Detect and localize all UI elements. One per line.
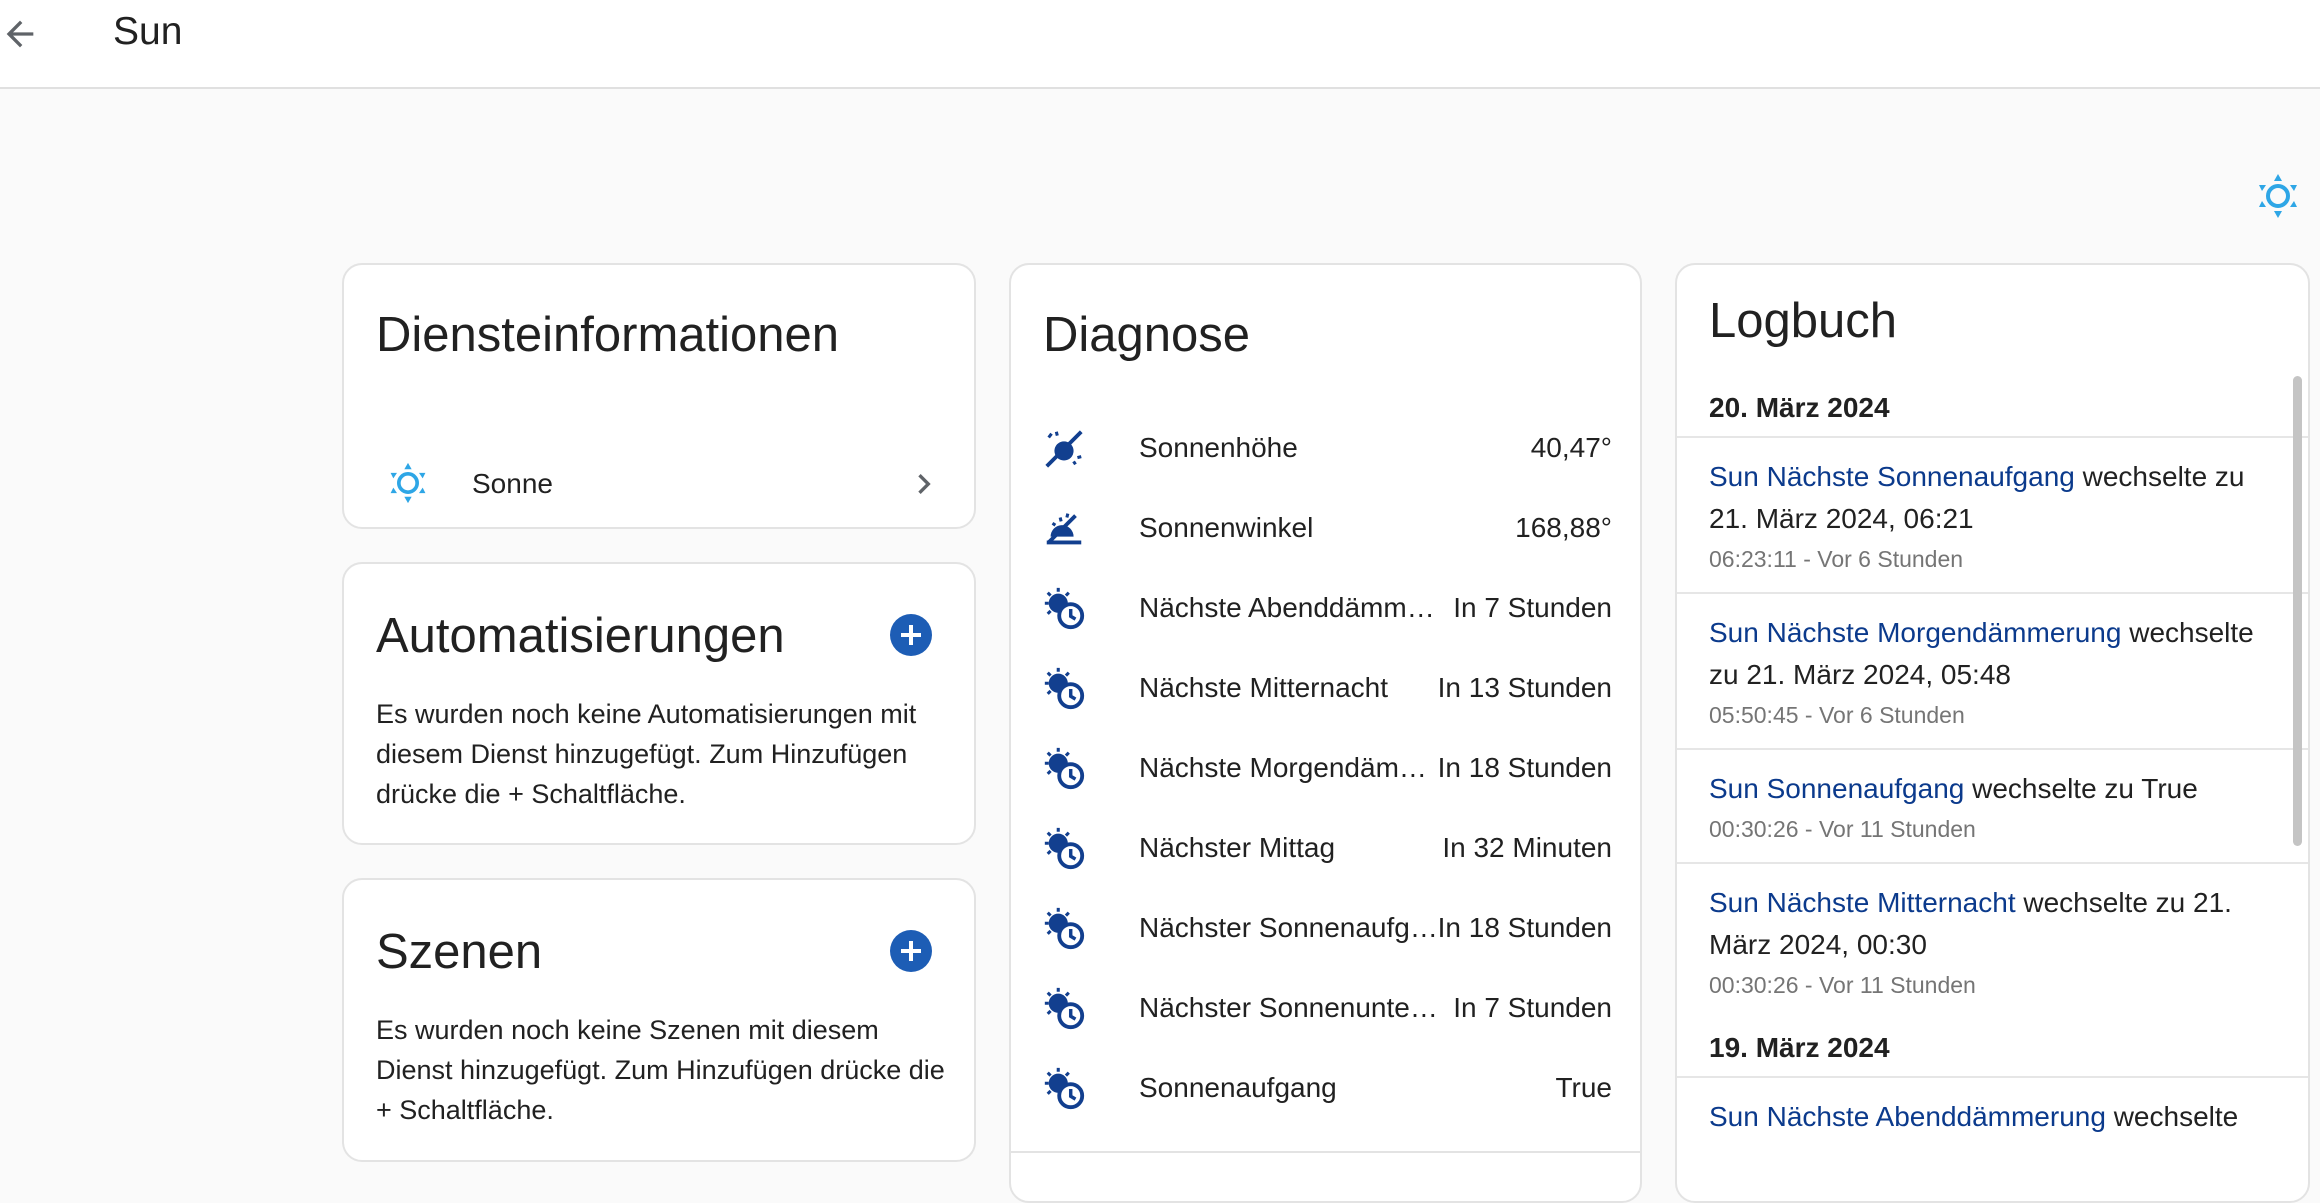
page-title: Sun — [113, 10, 183, 53]
service-info-card: Diensteinformationen Sonne — [342, 263, 976, 529]
logbook-card: Logbuch 20. März 2024 Sun Nächste Sonnen… — [1675, 263, 2310, 1203]
sun-icon — [390, 462, 426, 504]
add-automation-button[interactable] — [890, 614, 932, 656]
log-entity-link[interactable]: Sun Sonnenaufgang — [1709, 773, 1964, 804]
log-date-header: 19. März 2024 — [1677, 1018, 2308, 1078]
diag-value: In 32 Minuten — [1442, 832, 1612, 863]
log-entry: Sun Sonnenaufgang wechselte zu True 00:3… — [1677, 750, 2308, 864]
sun-clock-icon — [1044, 987, 1085, 1030]
logbook-title: Logbuch — [1709, 294, 1898, 348]
log-entry-time: 00:30:26 - Vor 11 Stunden — [1709, 972, 1976, 998]
diag-label: Sonnenwinkel — [1139, 512, 1314, 543]
diag-value: 40,47° — [1530, 432, 1612, 463]
sun-entity-label: Sonne — [472, 468, 553, 499]
log-entity-link[interactable]: Sun Nächste Mitternacht — [1709, 887, 2016, 918]
log-entry: Sun Nächste Mitternacht wechselte zu 21.… — [1677, 864, 2308, 1018]
log-date-header: 20. März 2024 — [1677, 378, 2308, 438]
diag-row-sonnenuntergang-next[interactable]: Nächster Sonnenuntergang In 7 Stunden — [1011, 968, 1640, 1048]
sun-clock-icon — [1044, 1067, 1085, 1110]
automations-card: Automatisierungen Es wurden noch keine A… — [342, 562, 976, 845]
diag-label: Sonnenhöhe — [1139, 432, 1298, 463]
diag-value: True — [1555, 1072, 1612, 1103]
automations-title: Automatisierungen — [376, 609, 785, 663]
sun-settings-icon[interactable] — [2254, 172, 2302, 220]
diagnostics-card: Diagnose Sonnenhöhe 40,47° Sonnenwinkel … — [1009, 263, 1642, 1203]
diagnostics-list: Sonnenhöhe 40,47° Sonnenwinkel 168,88° N… — [1011, 408, 1640, 1128]
diag-label: Nächster Sonnenuntergang — [1139, 992, 1439, 1023]
log-entry: Sun Nächste Abenddämmerung wechselte — [1677, 1078, 2308, 1154]
diag-row-sonnenhoehe[interactable]: Sonnenhöhe 40,47° — [1011, 408, 1640, 488]
diag-row-morgendaemmerung[interactable]: Nächste Morgendämmerung In 18 Stunden — [1011, 728, 1640, 808]
add-scene-button[interactable] — [890, 930, 932, 972]
log-entry: Sun Nächste Morgendämmerung wechselte zu… — [1677, 594, 2308, 750]
diag-label: Nächste Mitternacht — [1139, 672, 1388, 703]
diag-row-mitternacht[interactable]: Nächste Mitternacht In 13 Stunden — [1011, 648, 1640, 728]
diag-value: In 18 Stunden — [1437, 912, 1612, 943]
scenes-card: Szenen Es wurden noch keine Szenen mit d… — [342, 878, 976, 1162]
diag-row-abenddaemmerung[interactable]: Nächste Abenddämmerung In 7 Stunden — [1011, 568, 1640, 648]
log-entity-link[interactable]: Sun Nächste Morgendämmerung — [1709, 617, 2121, 648]
service-info-title: Diensteinformationen — [376, 308, 840, 362]
logbook-list[interactable]: 20. März 2024 Sun Nächste Sonnenaufgang … — [1677, 378, 2308, 1201]
log-entity-link[interactable]: Sun Nächste Sonnenaufgang — [1709, 461, 2075, 492]
sun-angle-icon — [1045, 430, 1083, 468]
log-entry: Sun Nächste Sonnenaufgang wechselte zu 2… — [1677, 438, 2308, 594]
sun-clock-icon — [1044, 587, 1085, 630]
sun-clock-icon — [1044, 827, 1085, 870]
diag-value: In 7 Stunden — [1453, 992, 1612, 1023]
diag-label: Nächster Mittag — [1139, 832, 1336, 863]
sun-clock-icon — [1044, 747, 1085, 790]
log-entry-text: wechselte — [2113, 1101, 2239, 1132]
scenes-title: Szenen — [376, 925, 543, 979]
logbook-scrollbar[interactable] — [2293, 376, 2302, 846]
log-entry-time: 05:50:45 - Vor 6 Stunden — [1709, 702, 1965, 728]
diag-value: In 7 Stunden — [1453, 592, 1612, 623]
diag-row-sonnenaufgang-next[interactable]: Nächster Sonnenaufgang In 18 Stunden — [1011, 888, 1640, 968]
sun-clock-icon — [1044, 907, 1085, 950]
sun-azimuth-icon — [1046, 513, 1082, 545]
diag-value: In 18 Stunden — [1437, 752, 1612, 783]
sun-clock-icon — [1044, 667, 1085, 710]
diag-label: Nächste Abenddämmerung — [1139, 592, 1439, 623]
diag-label: Nächste Morgendämmerung — [1139, 752, 1439, 783]
chevron-right-icon — [918, 474, 931, 494]
diagnostics-title: Diagnose — [1043, 308, 1251, 362]
diag-label: Nächster Sonnenaufgang — [1139, 912, 1439, 943]
diag-row-sonnenwinkel[interactable]: Sonnenwinkel 168,88° — [1011, 488, 1640, 568]
log-entry-time: 00:30:26 - Vor 11 Stunden — [1709, 816, 1976, 842]
back-arrow-icon[interactable] — [0, 14, 40, 54]
diag-row-mittag[interactable]: Nächster Mittag In 32 Minuten — [1011, 808, 1640, 888]
diag-row-sonnenaufgang[interactable]: Sonnenaufgang True — [1011, 1048, 1640, 1128]
sun-entity-row[interactable]: Sonne — [344, 448, 974, 520]
top-app-bar: Sun — [0, 0, 2320, 89]
automations-empty-text: Es wurden noch keine Automatisierungen m… — [376, 699, 917, 809]
diag-value: In 13 Stunden — [1437, 672, 1612, 703]
divider — [1011, 1151, 1640, 1153]
diag-value: 168,88° — [1515, 512, 1612, 543]
diag-label: Sonnenaufgang — [1139, 1072, 1337, 1103]
log-entry-text: wechselte zu True — [1972, 773, 2198, 804]
scenes-empty-text: Es wurden noch keine Szenen mit diesem D… — [376, 1015, 945, 1125]
log-entity-link[interactable]: Sun Nächste Abenddämmerung — [1709, 1101, 2106, 1132]
log-entry-time: 06:23:11 - Vor 6 Stunden — [1709, 546, 1964, 572]
